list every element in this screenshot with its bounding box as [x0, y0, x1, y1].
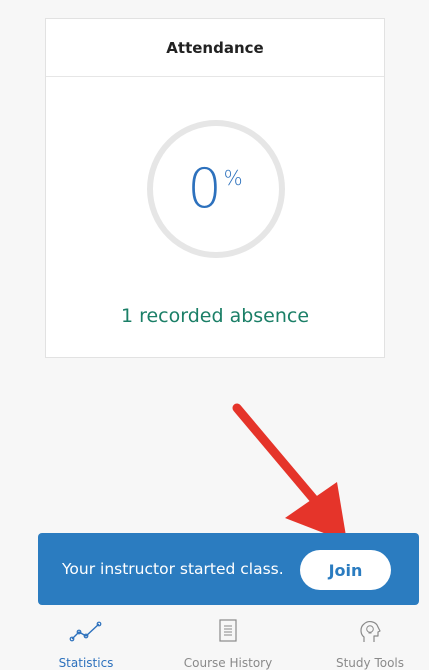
attendance-card: Attendance 0% 1 recorded absence	[45, 18, 385, 358]
tab-statistics[interactable]: Statistics	[26, 614, 146, 670]
percent-value: 0	[187, 157, 222, 220]
tab-course-history[interactable]: Course History	[168, 614, 288, 670]
document-list-icon	[217, 618, 239, 648]
class-started-banner: Your instructor started class. Join	[38, 533, 419, 605]
tab-label: Statistics	[58, 656, 114, 670]
card-title: Attendance	[46, 19, 384, 77]
red-arrow-annotation	[232, 403, 347, 542]
head-lightbulb-icon	[357, 618, 383, 650]
percent-sign: %	[223, 166, 243, 190]
banner-message: Your instructor started class.	[62, 560, 284, 578]
absence-count: 1 recorded absence	[120, 305, 310, 327]
attendance-percent: 0%	[46, 162, 384, 216]
join-button[interactable]: Join	[300, 550, 391, 590]
bottom-tab-bar: Statistics Course History Study Tools	[0, 614, 429, 670]
tab-label: Study Tools	[335, 656, 405, 670]
line-chart-icon	[69, 618, 103, 648]
tab-label: Course History	[183, 656, 273, 670]
tab-study-tools[interactable]: Study Tools	[310, 614, 429, 670]
